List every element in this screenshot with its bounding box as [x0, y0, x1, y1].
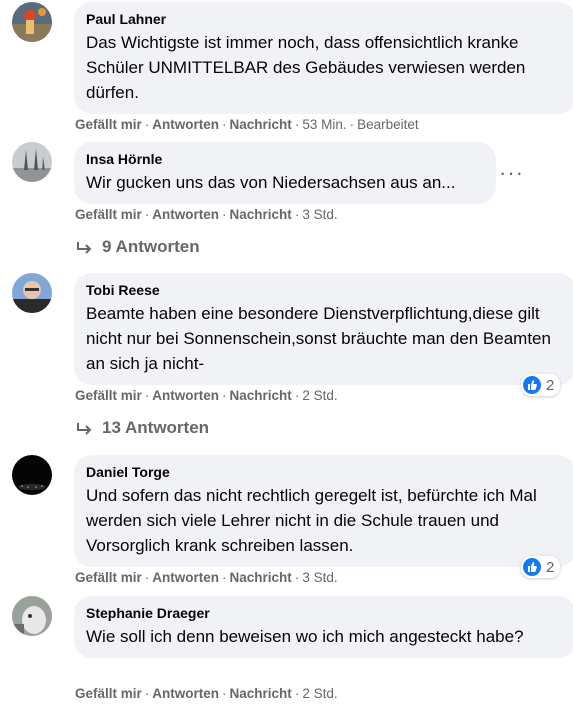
like-action[interactable]: Gefällt mir [75, 570, 142, 585]
comment-text: Beamte haben eine besondere Dienstverpfl… [86, 304, 551, 373]
reaction-count: 2 [546, 558, 555, 576]
separator: · [222, 388, 227, 403]
comment-bubble: Insa Hörnle Wir gucken uns das von Niede… [74, 142, 496, 204]
timestamp[interactable]: 2 Std. [302, 388, 337, 403]
comment-actions: Gefällt mir · Antworten · Nachricht · 53 Min. ·… [75, 117, 419, 132]
reaction-summary[interactable]: 2 [521, 556, 561, 578]
comment-author[interactable]: Stephanie Draeger [86, 604, 564, 622]
like-action[interactable]: Gefällt mir [75, 117, 142, 132]
separator: · [294, 117, 300, 132]
message-action[interactable]: Nachricht [230, 388, 292, 403]
reply-action[interactable]: Antworten [152, 207, 219, 222]
comment-author[interactable]: Daniel Torge [86, 463, 564, 481]
separator: · [222, 117, 227, 132]
separator: · [349, 117, 355, 132]
avatar[interactable] [12, 273, 52, 313]
comment-text: Das Wichtigste ist immer noch, dass offe… [86, 33, 526, 102]
avatar[interactable] [12, 455, 52, 495]
reply-arrow-icon [77, 422, 92, 435]
timestamp[interactable]: 3 Std. [302, 207, 337, 222]
like-action[interactable]: Gefällt mir [75, 388, 142, 403]
message-action[interactable]: Nachricht [230, 117, 292, 132]
reply-action[interactable]: Antworten [152, 388, 219, 403]
comment-actions: Gefällt mir · Antworten · Nachricht · 2 Std. [75, 388, 338, 403]
like-reaction-icon [523, 558, 541, 576]
reply-action[interactable]: Antworten [152, 117, 219, 132]
reply-arrow-icon [77, 241, 92, 254]
separator: · [144, 207, 150, 222]
separator: · [144, 117, 150, 132]
avatar[interactable] [12, 596, 52, 636]
comment-author[interactable]: Insa Hörnle [86, 150, 484, 168]
separator: · [144, 686, 150, 701]
separator: · [222, 570, 227, 585]
message-action[interactable]: Nachricht [230, 686, 292, 701]
message-action[interactable]: Nachricht [230, 207, 292, 222]
separator: · [144, 570, 150, 585]
separator: · [222, 207, 227, 222]
avatar[interactable] [12, 142, 52, 182]
comment-actions: Gefällt mir · Antworten · Nachricht · 3 Std. [75, 570, 338, 585]
comment-text: Wir gucken uns das von Niedersachsen aus… [86, 173, 456, 192]
timestamp[interactable]: 53 Min. [302, 117, 346, 132]
separator: · [222, 686, 227, 701]
reaction-count: 2 [546, 376, 555, 394]
separator: · [294, 388, 300, 403]
replies-count-label: 13 Antworten [102, 418, 210, 437]
timestamp[interactable]: 2 Std. [302, 686, 337, 701]
comment-actions: Gefällt mir · Antworten · Nachricht · 2 Std. [75, 686, 338, 701]
view-replies-link[interactable]: 13 Antworten [76, 418, 209, 438]
comment-bubble: Stephanie Draeger Wie soll ich denn bewe… [74, 596, 573, 658]
reply-action[interactable]: Antworten [152, 570, 219, 585]
reply-action[interactable]: Antworten [152, 686, 219, 701]
comment-text: Wie soll ich denn beweisen wo ich mich a… [86, 627, 524, 646]
like-action[interactable]: Gefällt mir [75, 207, 142, 222]
separator: · [294, 207, 300, 222]
like-action[interactable]: Gefällt mir [75, 686, 142, 701]
comment-actions: Gefällt mir · Antworten · Nachricht · 3 Std. [75, 207, 338, 222]
comment-author[interactable]: Tobi Reese [86, 281, 564, 299]
comment-bubble: Daniel Torge Und sofern das nicht rechtl… [74, 455, 573, 567]
avatar[interactable] [12, 2, 52, 42]
separator: · [144, 388, 150, 403]
replies-count-label: 9 Antworten [102, 237, 200, 256]
message-action[interactable]: Nachricht [230, 570, 292, 585]
comment-text: Und sofern das nicht rechtlich geregelt … [86, 486, 537, 555]
comment-bubble: Paul Lahner Das Wichtigste ist immer noc… [74, 2, 573, 114]
edited-label: Bearbeitet [357, 117, 419, 132]
view-replies-link[interactable]: 9 Antworten [76, 237, 200, 257]
separator: · [294, 686, 300, 701]
comment-bubble: Tobi Reese Beamte haben eine besondere D… [74, 273, 573, 385]
reaction-summary[interactable]: 2 [521, 374, 561, 396]
like-reaction-icon [523, 376, 541, 394]
comment-author[interactable]: Paul Lahner [86, 10, 564, 28]
more-options-icon[interactable]: ··· [499, 162, 524, 184]
separator: · [294, 570, 300, 585]
timestamp[interactable]: 3 Std. [302, 570, 337, 585]
